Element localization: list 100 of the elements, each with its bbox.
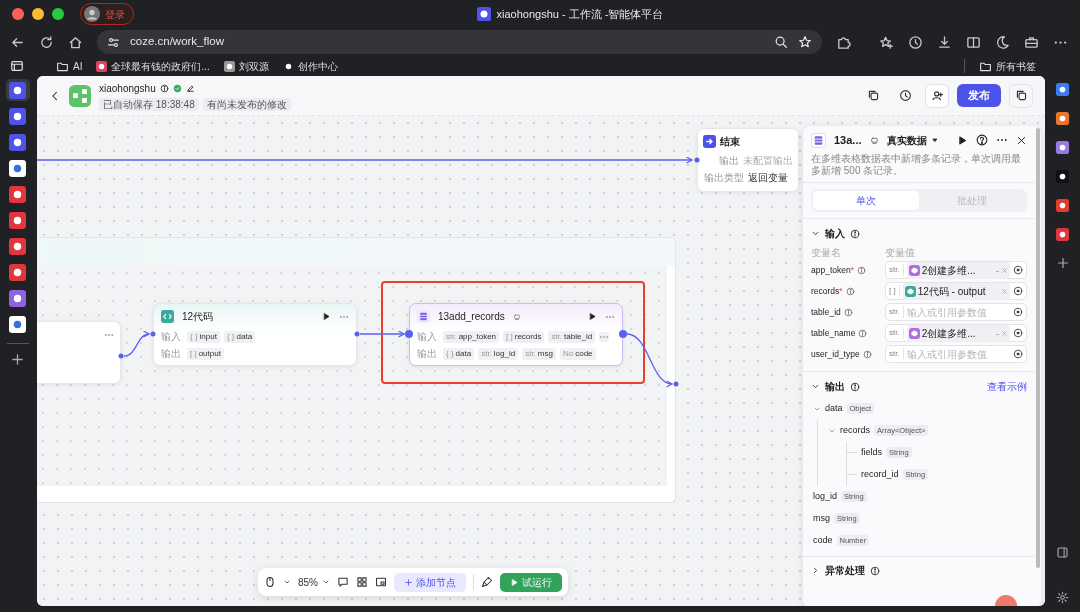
port-dot[interactable] [673, 381, 679, 387]
minimap-icon[interactable] [375, 576, 387, 588]
node-title: 结束 [720, 135, 740, 149]
run-icon[interactable] [957, 134, 968, 146]
info-icon[interactable] [870, 565, 880, 576]
mouse-icon[interactable] [264, 576, 276, 588]
port-dot[interactable] [619, 330, 627, 338]
history-icon[interactable] [908, 34, 923, 50]
field-name: record_id [861, 467, 899, 481]
add-icon[interactable] [1055, 256, 1070, 270]
port-tag: [ ] records [503, 330, 545, 343]
view-example-link[interactable]: 查看示例 [987, 379, 1027, 394]
help-icon[interactable] [976, 134, 988, 147]
value-field[interactable]: str. 2创建多维... - [885, 261, 1027, 279]
sidebar-icon[interactable] [10, 59, 24, 73]
run-icon[interactable] [588, 312, 597, 321]
app-icon[interactable] [1055, 227, 1070, 242]
app-icon [9, 107, 26, 125]
end-node[interactable]: 结束 输出 未配置输出 输出类型 返回变量 [697, 128, 799, 192]
settings-icon[interactable] [1056, 591, 1069, 604]
target-icon[interactable] [1013, 307, 1023, 317]
target-icon[interactable] [1013, 349, 1023, 359]
zoom-dropdown[interactable]: 85% [298, 574, 330, 590]
info-icon[interactable] [159, 83, 169, 93]
assistant-avatar[interactable] [995, 592, 1017, 606]
moon-icon[interactable] [995, 34, 1010, 50]
connector-line [359, 330, 405, 338]
site-icon [96, 60, 108, 72]
info-icon[interactable] [850, 228, 860, 239]
edit-icon[interactable] [185, 83, 195, 93]
reference-label: 12代码 - output [917, 284, 986, 299]
comment-icon[interactable] [337, 576, 349, 588]
profile-button[interactable]: 登录 [80, 3, 134, 25]
reference-tag[interactable]: 12代码 - output [902, 282, 1010, 300]
target-icon[interactable] [1013, 265, 1023, 275]
favorites-icon[interactable] [879, 34, 894, 50]
reference-label: 2创建多维... [921, 326, 976, 341]
field-name: msg [813, 511, 830, 525]
value-field[interactable]: str. 2创建多维... - [885, 324, 1027, 342]
collaborators-button[interactable] [925, 83, 949, 108]
copy-button[interactable] [1009, 83, 1033, 108]
chevron-icon[interactable] [811, 229, 820, 238]
home-icon[interactable] [68, 34, 83, 50]
grid-icon[interactable] [356, 576, 368, 588]
add-icon[interactable] [10, 352, 25, 367]
port-tag: { } input [187, 330, 220, 343]
target-icon[interactable] [1013, 328, 1023, 338]
brush-icon[interactable] [481, 576, 493, 588]
field-label: 输出 [718, 154, 739, 168]
reader-icon[interactable] [966, 34, 981, 50]
port-dot[interactable] [354, 331, 360, 337]
value-field[interactable]: str. 输入或引用参数值 [885, 303, 1027, 321]
app-shortcut-button[interactable] [5, 79, 30, 101]
workflow-node[interactable]: 12代码 输入 { } input { } data 输出 [ ] output [153, 303, 357, 366]
data-mode-dropdown[interactable]: 真实数据 [886, 132, 939, 148]
bookmarks-folder-link[interactable]: 所有书签 [979, 58, 1036, 74]
reference-tag[interactable]: 2创建多维... - [906, 261, 1010, 279]
add-node-button[interactable]: 添加节点 [394, 572, 466, 592]
chevron-icon[interactable] [811, 382, 820, 391]
type-label: str. [889, 348, 904, 360]
maximize-button[interactable] [52, 8, 64, 20]
workflow-node[interactable]: 13add_records 输入 str. app_token [ ] records str. table_id 输出 { } data str. log_id str. msg No code [409, 303, 623, 366]
bookmark-link[interactable]: 全球最有钱的政府们... [96, 58, 210, 74]
panel-icon[interactable] [1056, 546, 1069, 559]
port-dot[interactable] [405, 330, 413, 338]
row-label: 输入 [161, 330, 181, 344]
caret-icon[interactable] [283, 578, 291, 586]
extensions-icon[interactable] [836, 34, 851, 50]
node-title: 13add_records [438, 310, 505, 324]
reload-icon[interactable] [39, 34, 54, 50]
value-field[interactable]: [ ] 12代码 - output [885, 282, 1027, 300]
field-value: 返回变量 [748, 171, 788, 185]
star-icon[interactable] [798, 35, 812, 49]
type-label: [ ] [889, 285, 900, 297]
bookmark-link[interactable]: AI [56, 58, 83, 74]
site-settings-icon[interactable] [107, 35, 120, 49]
close-button[interactable] [12, 8, 24, 20]
tab[interactable]: 单次 [813, 190, 919, 210]
chevron-icon[interactable] [811, 566, 820, 575]
value-field[interactable]: str. 输入或引用参数值 [885, 345, 1027, 363]
bookmark-link[interactable]: 创作中心 [282, 58, 338, 74]
address-bar[interactable]: coze.cn/work_flow [97, 30, 822, 54]
workflow-node[interactable] [37, 321, 121, 384]
close-icon[interactable] [1016, 134, 1027, 146]
target-icon[interactable] [1013, 286, 1023, 296]
port-dot[interactable] [118, 353, 124, 359]
app-icon [9, 133, 26, 151]
run-icon[interactable] [322, 312, 331, 321]
scrollbar[interactable] [1036, 128, 1040, 568]
download-icon[interactable] [937, 34, 952, 50]
port-dot[interactable] [150, 331, 156, 337]
publish-button[interactable]: 发布 [957, 84, 1001, 107]
bookmark-link[interactable]: 刘双源 [223, 58, 269, 74]
plugin-icon [512, 312, 521, 321]
info-icon[interactable] [850, 381, 860, 392]
zoom-icon[interactable] [774, 35, 788, 49]
check-icon [172, 83, 182, 93]
port-dot[interactable] [694, 157, 700, 163]
minimize-button[interactable] [32, 8, 44, 20]
reference-tag[interactable]: 2创建多维... - [906, 324, 1010, 342]
